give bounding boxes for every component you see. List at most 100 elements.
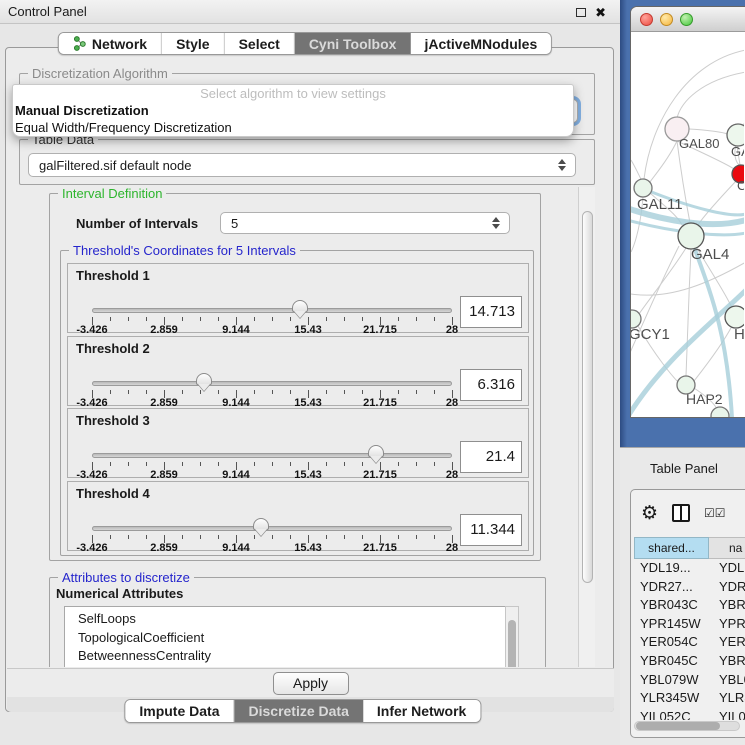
tick-label: 21.715 <box>363 324 397 336</box>
cell-shared-name[interactable]: YLR345W <box>634 689 709 708</box>
tab-cyni-toolbox[interactable]: Cyni Toolbox <box>295 33 411 54</box>
slider-track[interactable] <box>92 381 452 386</box>
network-node-gal-right[interactable] <box>727 124 744 146</box>
table-data-group: Table Data galFiltered.sif default node <box>19 139 595 185</box>
tab-style[interactable]: Style <box>162 33 224 54</box>
threshold-value-field[interactable]: 11.344 <box>460 514 522 546</box>
network-canvas[interactable]: GAL80GACGAL11GAL4GCY1HHAP2 <box>631 32 744 417</box>
close-icon[interactable]: ✖ <box>595 6 606 19</box>
cell-shared-name[interactable]: YER054C <box>634 633 709 652</box>
tick-label: 15.43 <box>294 324 322 336</box>
panel-title: Control Panel <box>8 4 87 19</box>
minimize-traffic-light-icon[interactable] <box>660 13 673 26</box>
cell-shared-name[interactable]: YDL19... <box>634 559 709 578</box>
slider-thumb[interactable] <box>253 518 269 530</box>
tick-mark <box>434 535 435 539</box>
tab-select[interactable]: Select <box>225 33 295 54</box>
table-row[interactable]: YLR345WYLR3 <box>634 689 745 708</box>
tick-mark <box>110 462 111 466</box>
tab-network[interactable]: Network <box>59 33 162 54</box>
tab-jactivemnodules[interactable]: jActiveMNodules <box>410 33 551 54</box>
tick-mark <box>218 317 219 321</box>
panel-scrollbar-thumb[interactable] <box>582 211 593 583</box>
cell-name[interactable]: YBL0 <box>709 671 745 690</box>
table-row[interactable]: YBR043CYBR0 <box>634 596 745 615</box>
dropdown-option-manual-discretization[interactable]: Manual Discretization <box>13 102 573 119</box>
group-label: Threshold's Coordinates for 5 Intervals <box>69 243 300 258</box>
table-row[interactable]: YIL052CYIL0 <box>634 708 745 720</box>
attribute-item-betweennesscentrality[interactable]: BetweennessCentrality <box>78 647 518 666</box>
tab-label: Select <box>239 36 280 52</box>
tab-discretize-data[interactable]: Discretize Data <box>234 700 362 722</box>
network-node-bottom-node[interactable] <box>711 407 729 417</box>
cell-name[interactable]: YBR0 <box>709 596 745 615</box>
settings-gear-icon[interactable]: ⚙ <box>641 504 658 523</box>
slider-thumb[interactable] <box>292 300 308 312</box>
table-hscrollbar[interactable] <box>634 721 740 731</box>
cell-name[interactable]: YDR2 <box>709 578 745 597</box>
tick-mark <box>128 317 129 321</box>
slider-track[interactable] <box>92 453 452 458</box>
tick-label: 2.859 <box>150 324 178 336</box>
network-edge <box>650 141 677 182</box>
cell-shared-name[interactable]: YBL079W <box>634 671 709 690</box>
tick-mark <box>416 462 417 466</box>
cell-name[interactable]: YDL1 <box>709 559 745 578</box>
network-node-h-node[interactable] <box>725 306 744 328</box>
column-header-name[interactable]: na <box>709 537 745 559</box>
threshold-value-field[interactable]: 14.713 <box>460 296 522 328</box>
cell-name[interactable]: YER0 <box>709 633 745 652</box>
attributes-list[interactable]: SelfLoopsTopologicalCoefficientBetweenne… <box>64 606 519 667</box>
close-traffic-light-icon[interactable] <box>640 13 653 26</box>
slider-thumb[interactable] <box>196 373 212 385</box>
cell-name[interactable]: YBR0 <box>709 652 745 671</box>
attribute-item-topologicalcoefficient[interactable]: TopologicalCoefficient <box>78 629 518 648</box>
dropdown-option-equal-width-frequency-discretization[interactable]: Equal Width/Frequency Discretization <box>13 119 573 136</box>
tab-label: Network <box>92 36 147 52</box>
tick-mark <box>326 535 327 539</box>
attribute-item-selfloops[interactable]: SelfLoops <box>78 610 518 629</box>
tick-mark <box>272 317 273 321</box>
split-columns-icon[interactable] <box>672 504 690 522</box>
network-node-label: HAP2 <box>686 391 723 407</box>
threshold-4-panel: Threshold 4-3.4262.8599.14415.4321.71528… <box>67 481 529 551</box>
attributes-list-scrollbar[interactable] <box>505 606 519 667</box>
zoom-traffic-light-icon[interactable] <box>680 13 693 26</box>
cell-name[interactable]: YPR1 <box>709 615 745 634</box>
slider-track[interactable] <box>92 308 452 313</box>
table-row[interactable]: YDR27...YDR2 <box>634 578 745 597</box>
float-window-icon[interactable] <box>576 8 586 17</box>
column-header-shared-name[interactable]: shared... <box>634 537 709 559</box>
network-window-titlebar[interactable] <box>631 7 745 32</box>
cell-shared-name[interactable]: YDR27... <box>634 578 709 597</box>
table-row[interactable]: YPR145WYPR1 <box>634 615 745 634</box>
threshold-value-field[interactable]: 21.4 <box>460 441 522 473</box>
cell-name[interactable]: YLR3 <box>709 689 745 708</box>
cell-shared-name[interactable]: YIL052C <box>634 708 709 720</box>
tab-infer-network[interactable]: Infer Network <box>363 700 480 722</box>
table-row[interactable]: YBL079WYBL0 <box>634 671 745 690</box>
cell-shared-name[interactable]: YPR145W <box>634 615 709 634</box>
table-panel-title: Table Panel <box>650 461 718 476</box>
threshold-label: Threshold 2 <box>76 341 150 356</box>
tick-mark <box>218 535 219 539</box>
slider-thumb[interactable] <box>368 445 384 457</box>
panel-scrollbar[interactable] <box>578 187 595 667</box>
tick-label: 21.715 <box>363 397 397 409</box>
apply-button[interactable]: Apply <box>273 672 349 695</box>
table-hscrollbar-thumb[interactable] <box>636 722 720 730</box>
column-checkboxes-icon[interactable]: ☑☑ <box>704 506 726 520</box>
tab-impute-data[interactable]: Impute Data <box>125 700 234 722</box>
network-node-gal11[interactable] <box>634 179 652 197</box>
table-data-combo[interactable]: galFiltered.sif default node <box>28 153 576 177</box>
combo-spinner-icon <box>558 159 566 171</box>
number-of-intervals-combo[interactable]: 5 <box>220 212 510 234</box>
cell-shared-name[interactable]: YBR043C <box>634 596 709 615</box>
cell-name[interactable]: YIL0 <box>709 708 745 720</box>
table-row[interactable]: YBR045CYBR0 <box>634 652 745 671</box>
slider-track[interactable] <box>92 526 452 531</box>
threshold-value-field[interactable]: 6.316 <box>460 369 522 401</box>
table-row[interactable]: YER054CYER0 <box>634 633 745 652</box>
table-row[interactable]: YDL19...YDL1 <box>634 559 745 578</box>
cell-shared-name[interactable]: YBR045C <box>634 652 709 671</box>
